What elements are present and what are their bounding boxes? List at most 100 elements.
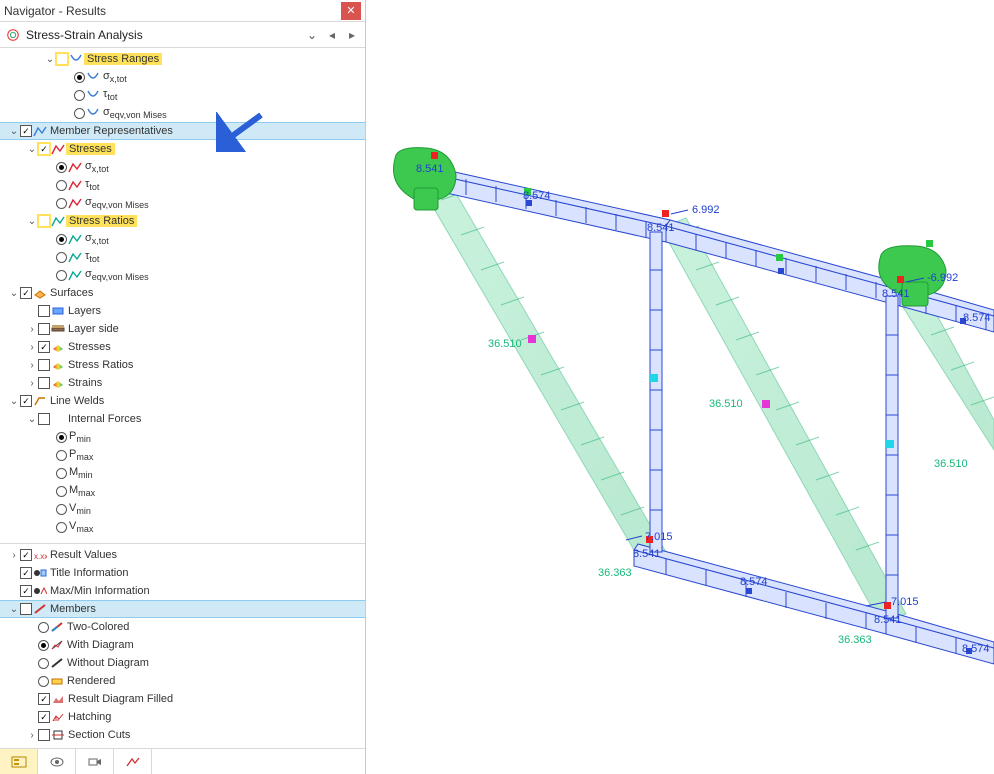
tree-row[interactable]: ⌄ Members — [0, 600, 365, 618]
radio[interactable] — [56, 450, 67, 461]
expander-icon[interactable]: ⌄ — [26, 413, 38, 425]
checkbox[interactable]: ✓ — [20, 395, 32, 407]
tree-row[interactable]: ✓ Max/Min Information — [0, 582, 365, 600]
expander-icon[interactable]: › — [26, 359, 38, 371]
tree-row[interactable]: ⌄ Internal Forces — [0, 410, 365, 428]
checkbox[interactable]: ✓ — [20, 585, 32, 597]
analysis-selector[interactable]: Stress-Strain Analysis ⌄ ◂ ▸ — [0, 22, 365, 48]
tree-row[interactable]: σx,tot — [0, 230, 365, 248]
expander-icon[interactable]: › — [26, 323, 38, 335]
tree-row[interactable]: › Section Cuts — [0, 726, 365, 744]
radio[interactable] — [56, 504, 67, 515]
checkbox[interactable] — [38, 729, 50, 741]
tree-row[interactable]: σeqv,von Mises — [0, 266, 365, 284]
radio[interactable] — [56, 234, 67, 245]
checkbox[interactable] — [56, 53, 68, 65]
radio[interactable] — [56, 522, 67, 533]
radio[interactable] — [56, 270, 67, 281]
next-icon[interactable]: ▸ — [345, 28, 359, 42]
tree-row[interactable]: σeqv,von Mises — [0, 194, 365, 212]
expander-icon[interactable]: ⌄ — [8, 395, 20, 407]
radio[interactable] — [56, 252, 67, 263]
dropdown-caret-icon[interactable]: ⌄ — [305, 28, 319, 42]
tree-row[interactable]: ⌄✓ Line Welds — [0, 392, 365, 410]
tree-row[interactable]: σeqv,von Mises — [0, 104, 365, 122]
tree-row[interactable]: Vmin — [0, 500, 365, 518]
close-icon[interactable]: ✕ — [341, 2, 361, 20]
expander-icon[interactable]: › — [26, 341, 38, 353]
tree-row[interactable]: σx,tot — [0, 158, 365, 176]
tab-eye-icon[interactable] — [38, 749, 76, 774]
tree-row[interactable]: › Strains — [0, 374, 365, 392]
expander-icon[interactable]: ⌄ — [8, 125, 20, 137]
radio[interactable] — [56, 180, 67, 191]
tree-row[interactable]: ›✓ x.xxResult Values — [0, 546, 365, 564]
expander-icon[interactable]: ⌄ — [8, 603, 20, 615]
checkbox[interactable] — [38, 377, 50, 389]
checkbox[interactable] — [20, 603, 32, 615]
expander-icon[interactable]: ⌄ — [44, 53, 56, 65]
checkbox[interactable]: ✓ — [38, 693, 50, 705]
checkbox[interactable]: ✓ — [38, 341, 50, 353]
tree-row[interactable]: Without Diagram — [0, 654, 365, 672]
tree-row[interactable]: Pmin — [0, 428, 365, 446]
checkbox[interactable] — [38, 359, 50, 371]
checkbox[interactable]: ✓ — [20, 549, 32, 561]
tab-camera-icon[interactable] — [76, 749, 114, 774]
radio[interactable] — [38, 640, 49, 651]
tree-row[interactable]: ✓ Result Diagram Filled — [0, 690, 365, 708]
checkbox[interactable]: ✓ — [38, 143, 50, 155]
tree-row[interactable]: Mmax — [0, 482, 365, 500]
expander-icon[interactable]: ⌄ — [26, 215, 38, 227]
tree-row[interactable]: ⌄ Stress Ranges — [0, 50, 365, 68]
tree-row[interactable]: ›✓ Stresses — [0, 338, 365, 356]
expander-icon[interactable]: › — [26, 377, 38, 389]
radio[interactable] — [56, 468, 67, 479]
radio[interactable] — [74, 108, 85, 119]
radio[interactable] — [74, 90, 85, 101]
tree-row[interactable]: › Layer side — [0, 320, 365, 338]
tree-row[interactable]: Pmax — [0, 446, 365, 464]
radio[interactable] — [56, 162, 67, 173]
checkbox[interactable]: ✓ — [20, 567, 32, 579]
tree-row[interactable]: Two-Colored — [0, 618, 365, 636]
radio[interactable] — [56, 486, 67, 497]
tab-navigator-icon[interactable] — [0, 749, 38, 774]
radio[interactable] — [56, 198, 67, 209]
tree-row[interactable]: ⌄✓ Member Representatives — [0, 122, 365, 140]
tree-row[interactable]: › Stress Ratios — [0, 356, 365, 374]
checkbox[interactable] — [38, 413, 50, 425]
radio[interactable] — [38, 676, 49, 687]
tree-row[interactable]: Mmin — [0, 464, 365, 482]
checkbox[interactable] — [38, 323, 50, 335]
checkbox[interactable]: ✓ — [38, 711, 50, 723]
checkbox[interactable]: ✓ — [20, 125, 32, 137]
tree-row[interactable]: τtot — [0, 86, 365, 104]
checkbox[interactable] — [38, 215, 50, 227]
tree-row[interactable]: Layers — [0, 302, 365, 320]
radio[interactable] — [56, 432, 67, 443]
expander-icon[interactable]: ⌄ — [26, 143, 38, 155]
tree-row[interactable]: τtot — [0, 248, 365, 266]
tree-row[interactable]: Vmax — [0, 518, 365, 536]
tree-row[interactable]: σx,tot — [0, 68, 365, 86]
tree-row[interactable]: Rendered — [0, 672, 365, 690]
model-viewport[interactable]: 8.5418.5746.9928.541-6.9928.5418.57436.5… — [366, 0, 994, 774]
tree-row[interactable]: ⌄✓ Stresses — [0, 140, 365, 158]
expander-icon[interactable]: › — [26, 729, 38, 741]
checkbox[interactable] — [38, 305, 50, 317]
expander-icon[interactable]: ⌄ — [8, 287, 20, 299]
results-tree[interactable]: ⌄ Stress Ranges σx,tot τtot σeqv,von Mis… — [0, 48, 365, 543]
radio[interactable] — [38, 622, 49, 633]
display-options-tree[interactable]: ›✓ x.xxResult Values✓ Title Information✓… — [0, 543, 365, 748]
prev-icon[interactable]: ◂ — [325, 28, 339, 42]
radio[interactable] — [74, 72, 85, 83]
expander-icon[interactable]: › — [8, 549, 20, 561]
tab-results-icon[interactable] — [114, 749, 152, 774]
tree-row[interactable]: ⌄ Stress Ratios — [0, 212, 365, 230]
radio[interactable] — [38, 658, 49, 669]
checkbox[interactable]: ✓ — [20, 287, 32, 299]
tree-row[interactable]: ✓ Title Information — [0, 564, 365, 582]
tree-row[interactable]: τtot — [0, 176, 365, 194]
tree-row[interactable]: ✓ Hatching — [0, 708, 365, 726]
